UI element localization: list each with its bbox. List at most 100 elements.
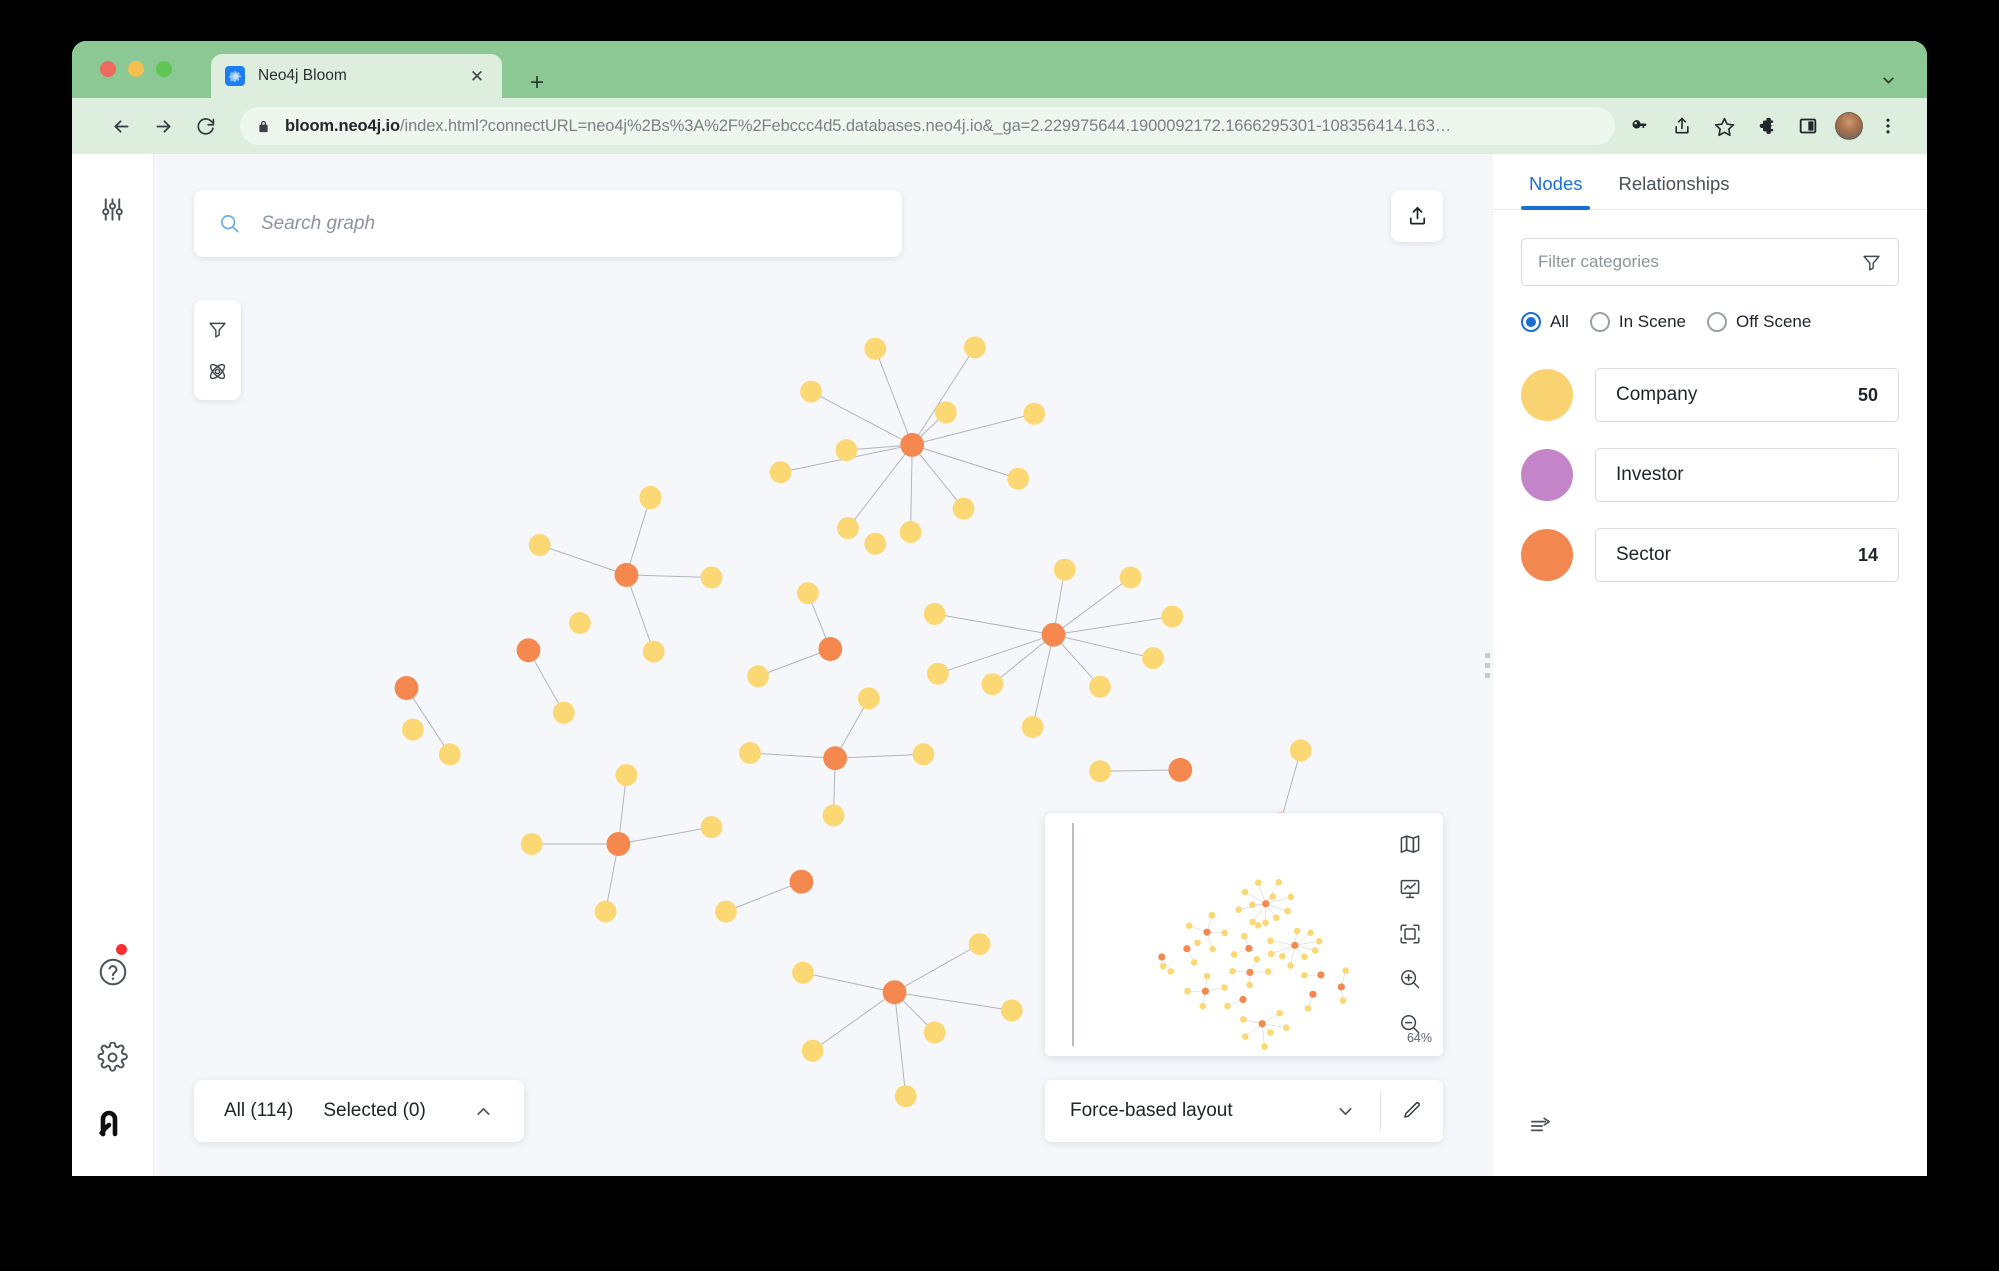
graph-node-company[interactable]: [835, 439, 858, 462]
graph-node-company[interactable]: [1230, 951, 1238, 958]
graph-node-company[interactable]: [837, 517, 859, 540]
reload-icon[interactable]: [188, 109, 222, 143]
tab-nodes[interactable]: Nodes: [1511, 173, 1600, 210]
graph-node-sector[interactable]: [1239, 995, 1247, 1004]
graph-node-company[interactable]: [401, 718, 424, 741]
graph-node-company[interactable]: [1304, 1005, 1312, 1012]
graph-node-company[interactable]: [1254, 879, 1262, 886]
graph-node-sector[interactable]: [394, 676, 419, 700]
selected-nodes-count[interactable]: Selected (0): [323, 1100, 425, 1122]
graph-node-company[interactable]: [568, 612, 591, 634]
graph-node-company[interactable]: [968, 933, 991, 956]
all-nodes-count[interactable]: All (114): [224, 1100, 293, 1122]
category-row-sector[interactable]: Sector 14: [1493, 528, 1927, 582]
graph-node-company[interactable]: [1167, 968, 1175, 975]
star-icon[interactable]: [1707, 109, 1741, 143]
atom-icon[interactable]: [194, 350, 241, 392]
share-icon[interactable]: [1665, 109, 1699, 143]
category-color-swatch[interactable]: [1521, 449, 1573, 501]
graph-node-company[interactable]: [1287, 962, 1294, 969]
graph-node-company[interactable]: [1089, 675, 1111, 698]
graph-node-company[interactable]: [796, 582, 819, 605]
perspective-sliders-icon[interactable]: [90, 186, 136, 232]
graph-node-company[interactable]: [1264, 968, 1272, 975]
graph-node-company[interactable]: [747, 665, 769, 688]
graph-node-company[interactable]: [715, 900, 737, 923]
export-button[interactable]: [1391, 190, 1443, 242]
graph-node-sector[interactable]: [818, 637, 843, 661]
graph-node-company[interactable]: [1221, 929, 1228, 937]
graph-node-company[interactable]: [1287, 893, 1295, 901]
graph-node-sector[interactable]: [882, 980, 907, 1005]
graph-node-company[interactable]: [923, 602, 946, 625]
category-row-company[interactable]: Company 50: [1493, 368, 1927, 422]
graph-node-company[interactable]: [1315, 938, 1323, 945]
graph-node-sector[interactable]: [1246, 968, 1254, 976]
slideshow-icon[interactable]: [1393, 872, 1427, 906]
graph-node-company[interactable]: [1284, 907, 1291, 915]
graph-node-company[interactable]: [1184, 987, 1191, 995]
graph-node-company[interactable]: [1209, 945, 1216, 953]
graph-canvas[interactable]: All (114) Selected (0): [154, 154, 1481, 1176]
graph-node-company[interactable]: [1307, 929, 1314, 937]
graph-node-company[interactable]: [926, 662, 949, 685]
graph-node-company[interactable]: [1269, 893, 1277, 900]
graph-node-company[interactable]: [1342, 967, 1349, 974]
graph-node-company[interactable]: [1275, 879, 1282, 886]
graph-node-company[interactable]: [1021, 716, 1044, 738]
graph-node-company[interactable]: [700, 566, 723, 589]
layout-selector[interactable]: Force-based layout: [1045, 1080, 1443, 1142]
radio-off-scene[interactable]: Off Scene: [1707, 312, 1811, 332]
graph-node-company[interactable]: [1242, 1033, 1249, 1040]
graph-node-sector[interactable]: [1245, 944, 1253, 953]
graph-node-sector[interactable]: [1258, 1020, 1266, 1028]
sort-list-icon[interactable]: [1521, 1106, 1561, 1146]
graph-node-company[interactable]: [1261, 1043, 1268, 1050]
pencil-icon[interactable]: [1381, 1100, 1443, 1122]
graph-node-company[interactable]: [739, 742, 761, 764]
graph-node-company[interactable]: [1267, 937, 1274, 945]
graph-node-company[interactable]: [1311, 947, 1319, 954]
help-icon[interactable]: [90, 949, 136, 995]
browser-tab[interactable]: Neo4j Bloom ✕: [211, 54, 502, 98]
graph-node-company[interactable]: [864, 337, 887, 360]
graph-node-sector[interactable]: [1262, 900, 1270, 908]
graph-node-company[interactable]: [912, 743, 935, 766]
category-chip[interactable]: Investor: [1595, 448, 1899, 502]
filter-categories-input[interactable]: [1538, 252, 1861, 272]
graph-node-company[interactable]: [1248, 901, 1256, 909]
graph-node-company[interactable]: [438, 743, 461, 766]
graph-node-company[interactable]: [1000, 999, 1023, 1022]
graph-node-company[interactable]: [1229, 967, 1236, 975]
graph-node-company[interactable]: [1267, 950, 1275, 958]
graph-node-company[interactable]: [1267, 1029, 1274, 1036]
side-panel-icon[interactable]: [1791, 109, 1825, 143]
category-chip[interactable]: Company 50: [1595, 368, 1899, 422]
graph-node-company[interactable]: [1240, 1016, 1247, 1023]
graph-node-company[interactable]: [520, 833, 543, 855]
address-bar[interactable]: bloom.neo4j.io/index.html?connectURL=neo…: [240, 107, 1615, 145]
graph-node-company[interactable]: [1235, 906, 1243, 913]
graph-node-company[interactable]: [1262, 919, 1269, 927]
graph-node-company[interactable]: [1254, 922, 1262, 929]
chevron-up-icon[interactable]: [473, 1101, 494, 1122]
graph-node-company[interactable]: [1199, 1002, 1207, 1010]
graph-node-sector[interactable]: [900, 432, 925, 457]
close-tab-button[interactable]: ✕: [466, 65, 488, 87]
graph-node-company[interactable]: [1282, 1024, 1290, 1031]
graph-node-company[interactable]: [800, 380, 822, 403]
search-graph-box[interactable]: [194, 190, 902, 257]
forward-arrow-icon[interactable]: [146, 109, 180, 143]
fit-to-screen-icon[interactable]: [1393, 917, 1427, 951]
graph-node-company[interactable]: [642, 640, 665, 663]
graph-node-company[interactable]: [1119, 566, 1142, 589]
graph-node-sector[interactable]: [789, 869, 814, 894]
neo4j-logo-icon[interactable]: [90, 1100, 136, 1146]
graph-node-company[interactable]: [1241, 888, 1249, 896]
radio-in-scene[interactable]: In Scene: [1589, 312, 1686, 332]
graph-node-company[interactable]: [1301, 953, 1308, 961]
graph-node-company[interactable]: [1241, 932, 1248, 940]
graph-node-company[interactable]: [1089, 760, 1111, 783]
graph-node-company[interactable]: [1278, 952, 1286, 960]
graph-node-company[interactable]: [1190, 959, 1198, 966]
